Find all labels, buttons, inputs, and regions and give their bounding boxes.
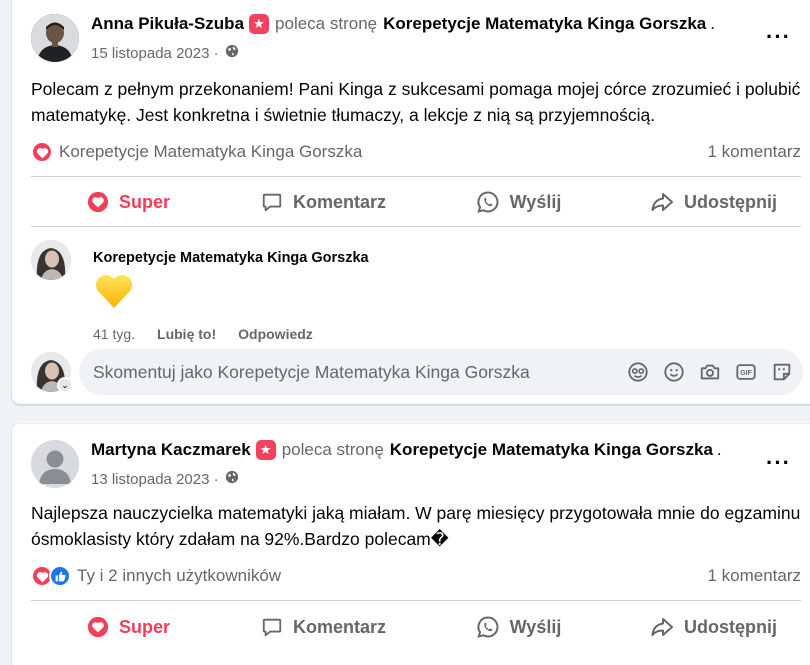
recommends-text: poleca stronę bbox=[281, 440, 384, 459]
reactions-label: Ty i 2 innych użytkowników bbox=[77, 566, 282, 585]
divider bbox=[31, 600, 801, 601]
send-label: Wyślij bbox=[509, 191, 562, 212]
camera-icon[interactable] bbox=[699, 361, 721, 383]
heart-icon bbox=[31, 141, 53, 163]
divider bbox=[31, 176, 801, 177]
heart-icon bbox=[87, 191, 109, 213]
comment-input[interactable]: Skomentuj jako Korepetycje Matematyka Ki… bbox=[79, 349, 803, 395]
whatsapp-icon bbox=[476, 190, 500, 214]
comment-icon bbox=[261, 616, 283, 638]
post-header: Martyna Kaczmarek poleca stronę Korepety… bbox=[91, 440, 722, 460]
comment-button[interactable]: Komentarz bbox=[226, 180, 421, 224]
send-label: Wyślij bbox=[509, 616, 562, 637]
chevron-down-icon[interactable]: ⌄ bbox=[57, 377, 73, 393]
comment-like-button[interactable]: Lubię to! bbox=[157, 326, 216, 342]
send-button[interactable]: Wyślij bbox=[421, 180, 616, 224]
default-avatar-icon bbox=[31, 440, 79, 488]
more-icon[interactable]: ··· bbox=[766, 24, 791, 50]
page-link[interactable]: Korepetycje Matematyka Kinga Gorszka bbox=[390, 440, 713, 460]
comment-count[interactable]: 1 komentarz bbox=[707, 566, 801, 586]
comment-count[interactable]: 1 komentarz bbox=[707, 142, 801, 162]
page-suffix: . bbox=[710, 14, 715, 33]
yellow-heart-icon bbox=[93, 270, 135, 312]
author-name[interactable]: Anna Pikuła-Szuba bbox=[91, 14, 244, 34]
post-actions: Super Komentarz Wyślij Udostępnij bbox=[31, 180, 810, 224]
comment-button[interactable]: Komentarz bbox=[226, 605, 421, 649]
gif-icon[interactable]: GIF bbox=[735, 361, 757, 383]
comment-icon bbox=[261, 191, 283, 213]
heart-icon bbox=[87, 616, 109, 638]
avatar-photo-icon bbox=[31, 14, 79, 62]
comment-author[interactable]: Korepetycje Matematyka Kinga Gorszka bbox=[93, 250, 369, 266]
globe-icon bbox=[225, 470, 239, 488]
avatar-photo-icon bbox=[31, 240, 71, 280]
recommend-icon bbox=[255, 440, 276, 460]
author-avatar[interactable] bbox=[31, 14, 79, 62]
share-icon bbox=[650, 616, 674, 638]
divider bbox=[31, 226, 801, 227]
more-icon[interactable]: ··· bbox=[766, 450, 791, 476]
super-button[interactable]: Super bbox=[31, 180, 226, 224]
share-label: Udostępnij bbox=[684, 191, 777, 212]
svg-text:GIF: GIF bbox=[740, 370, 751, 377]
smile-icon[interactable] bbox=[663, 361, 685, 383]
super-label: Super bbox=[118, 616, 170, 637]
send-button[interactable]: Wyślij bbox=[421, 605, 616, 649]
share-label: Udostępnij bbox=[684, 616, 777, 637]
comment-reply-button[interactable]: Odpowiedz bbox=[238, 326, 313, 342]
super-label: Super bbox=[118, 191, 170, 212]
post-meta: 15 listopada 2023 · bbox=[91, 44, 239, 62]
comment-input-placeholder: Skomentuj jako Korepetycje Matematyka Ki… bbox=[93, 361, 530, 382]
recommend-icon bbox=[249, 14, 270, 34]
page-suffix: . bbox=[716, 440, 722, 459]
sticker-icon[interactable] bbox=[627, 361, 649, 383]
author-avatar[interactable] bbox=[31, 440, 79, 488]
share-icon bbox=[650, 191, 674, 213]
comment-time[interactable]: 41 tyg. bbox=[93, 326, 135, 342]
reactions-label: Korepetycje Matematyka Kinga Gorszka bbox=[59, 142, 363, 161]
post-actions: Super Komentarz Wyślij Udostępnij bbox=[31, 605, 810, 649]
comment-input-tools: GIF bbox=[627, 361, 803, 383]
post-meta: 13 listopada 2023 · bbox=[91, 470, 239, 488]
globe-icon bbox=[225, 44, 239, 62]
author-name[interactable]: Martyna Kaczmarek bbox=[91, 440, 251, 460]
post-date[interactable]: 13 listopada 2023 · bbox=[91, 471, 219, 488]
recommends-text: poleca stronę bbox=[275, 14, 378, 33]
reactions-summary[interactable]: Ty i 2 innych użytkowników 1 komentarz bbox=[31, 563, 801, 589]
post-text: Najlepsza nauczycielka matematyki jaką m… bbox=[31, 503, 801, 549]
reactions-summary[interactable]: Korepetycje Matematyka Kinga Gorszka 1 k… bbox=[31, 139, 801, 165]
avatar-sticker-icon[interactable] bbox=[771, 361, 793, 383]
post-date[interactable]: 15 listopada 2023 · bbox=[91, 45, 219, 62]
share-button[interactable]: Udostępnij bbox=[616, 605, 810, 649]
like-icon bbox=[49, 565, 71, 587]
comment-label: Komentarz bbox=[292, 616, 386, 637]
whatsapp-icon bbox=[476, 615, 500, 639]
super-button[interactable]: Super bbox=[31, 605, 226, 649]
commenter-avatar[interactable] bbox=[31, 240, 71, 280]
post-header: Anna Pikuła-Szuba poleca stronę Korepety… bbox=[91, 14, 715, 34]
page-link[interactable]: Korepetycje Matematyka Kinga Gorszka bbox=[383, 14, 706, 34]
comment-meta: 41 tyg. Lubię to! Odpowiedz bbox=[93, 326, 313, 342]
post-card: Anna Pikuła-Szuba poleca stronę Korepety… bbox=[12, 0, 810, 404]
post-text: Polecam z pełnym przekonaniem! Pani King… bbox=[31, 79, 801, 125]
comment-label: Komentarz bbox=[292, 191, 386, 212]
post-card: Martyna Kaczmarek poleca stronę Korepety… bbox=[12, 424, 810, 665]
share-button[interactable]: Udostępnij bbox=[616, 180, 810, 224]
